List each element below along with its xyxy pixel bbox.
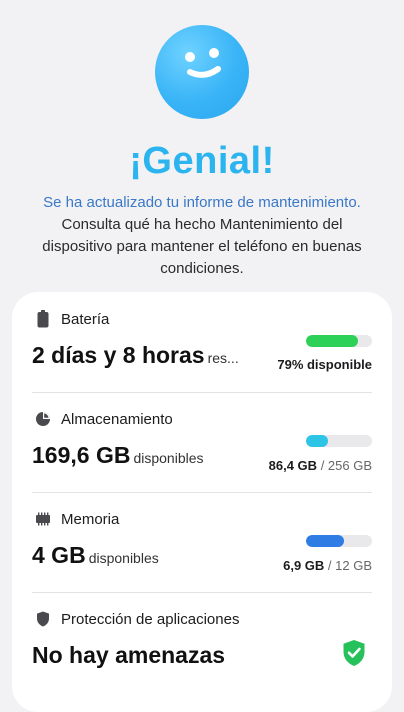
memory-value: 4 GB disponibles: [32, 542, 159, 569]
storage-bar: [306, 435, 372, 447]
memory-total: / 12 GB: [327, 558, 372, 573]
battery-value: 2 días y 8 horas res...: [32, 342, 239, 369]
battery-available: 79% disponible: [277, 357, 372, 372]
shield-icon: [34, 610, 52, 628]
memory-title: Memoria: [61, 510, 120, 528]
battery-title: Batería: [61, 310, 110, 328]
shield-check-icon: [342, 639, 366, 672]
protection-status: No hay amenazas: [32, 642, 226, 668]
protection-value: No hay amenazas: [32, 642, 225, 669]
storage-value: 169,6 GB disponibles: [32, 442, 204, 469]
memory-chip-icon: [34, 510, 52, 528]
memory-bar: [306, 535, 372, 547]
battery-bar-fill: [306, 335, 359, 347]
report-updated-text: Se ha actualizado tu informe de mantenim…: [43, 194, 361, 211]
storage-section[interactable]: Almacenamiento 169,6 GB disponibles 86,4 …: [12, 392, 392, 492]
pie-chart-icon: [34, 410, 52, 428]
memory-section[interactable]: Memoria 4 GB disponibles 6,9 GB / 12 GB: [12, 492, 392, 592]
battery-time: 2 días y 8 horas: [32, 342, 205, 368]
header-text: Se ha actualizado tu informe de mantenim…: [30, 192, 374, 280]
storage-free: 169,6 GB: [32, 442, 131, 468]
memory-used: 6,9 GB: [283, 558, 325, 573]
protection-section[interactable]: Protección de aplicaciones No hay amenaz…: [12, 592, 392, 692]
status-card: Batería 2 días y 8 horas res... 79% dispo…: [12, 292, 392, 712]
memory-bar-fill: [306, 535, 345, 547]
storage-title: Almacenamiento: [61, 410, 173, 428]
battery-section[interactable]: Batería 2 días y 8 horas res... 79% dispo…: [12, 292, 392, 392]
headline: ¡Genial!: [129, 140, 275, 182]
battery-bar: [306, 335, 372, 347]
storage-suffix: disponibles: [133, 450, 204, 466]
battery-icon: [34, 310, 52, 328]
memory-suffix: disponibles: [88, 550, 159, 566]
memory-meta: 6,9 GB / 12 GB: [283, 558, 372, 573]
storage-meta: 86,4 GB / 256 GB: [269, 458, 372, 473]
memory-free: 4 GB: [32, 542, 86, 568]
report-description: Consulta qué ha hecho Mantenimiento del …: [42, 216, 362, 277]
storage-bar-fill: [306, 435, 329, 447]
storage-total: / 256 GB: [320, 458, 372, 473]
battery-suffix: res...: [207, 350, 239, 366]
protection-title: Protección de aplicaciones: [61, 610, 240, 628]
storage-used: 86,4 GB: [268, 458, 318, 473]
battery-meta: 79% disponible: [277, 357, 372, 372]
smiley-face-icon: [155, 25, 249, 119]
